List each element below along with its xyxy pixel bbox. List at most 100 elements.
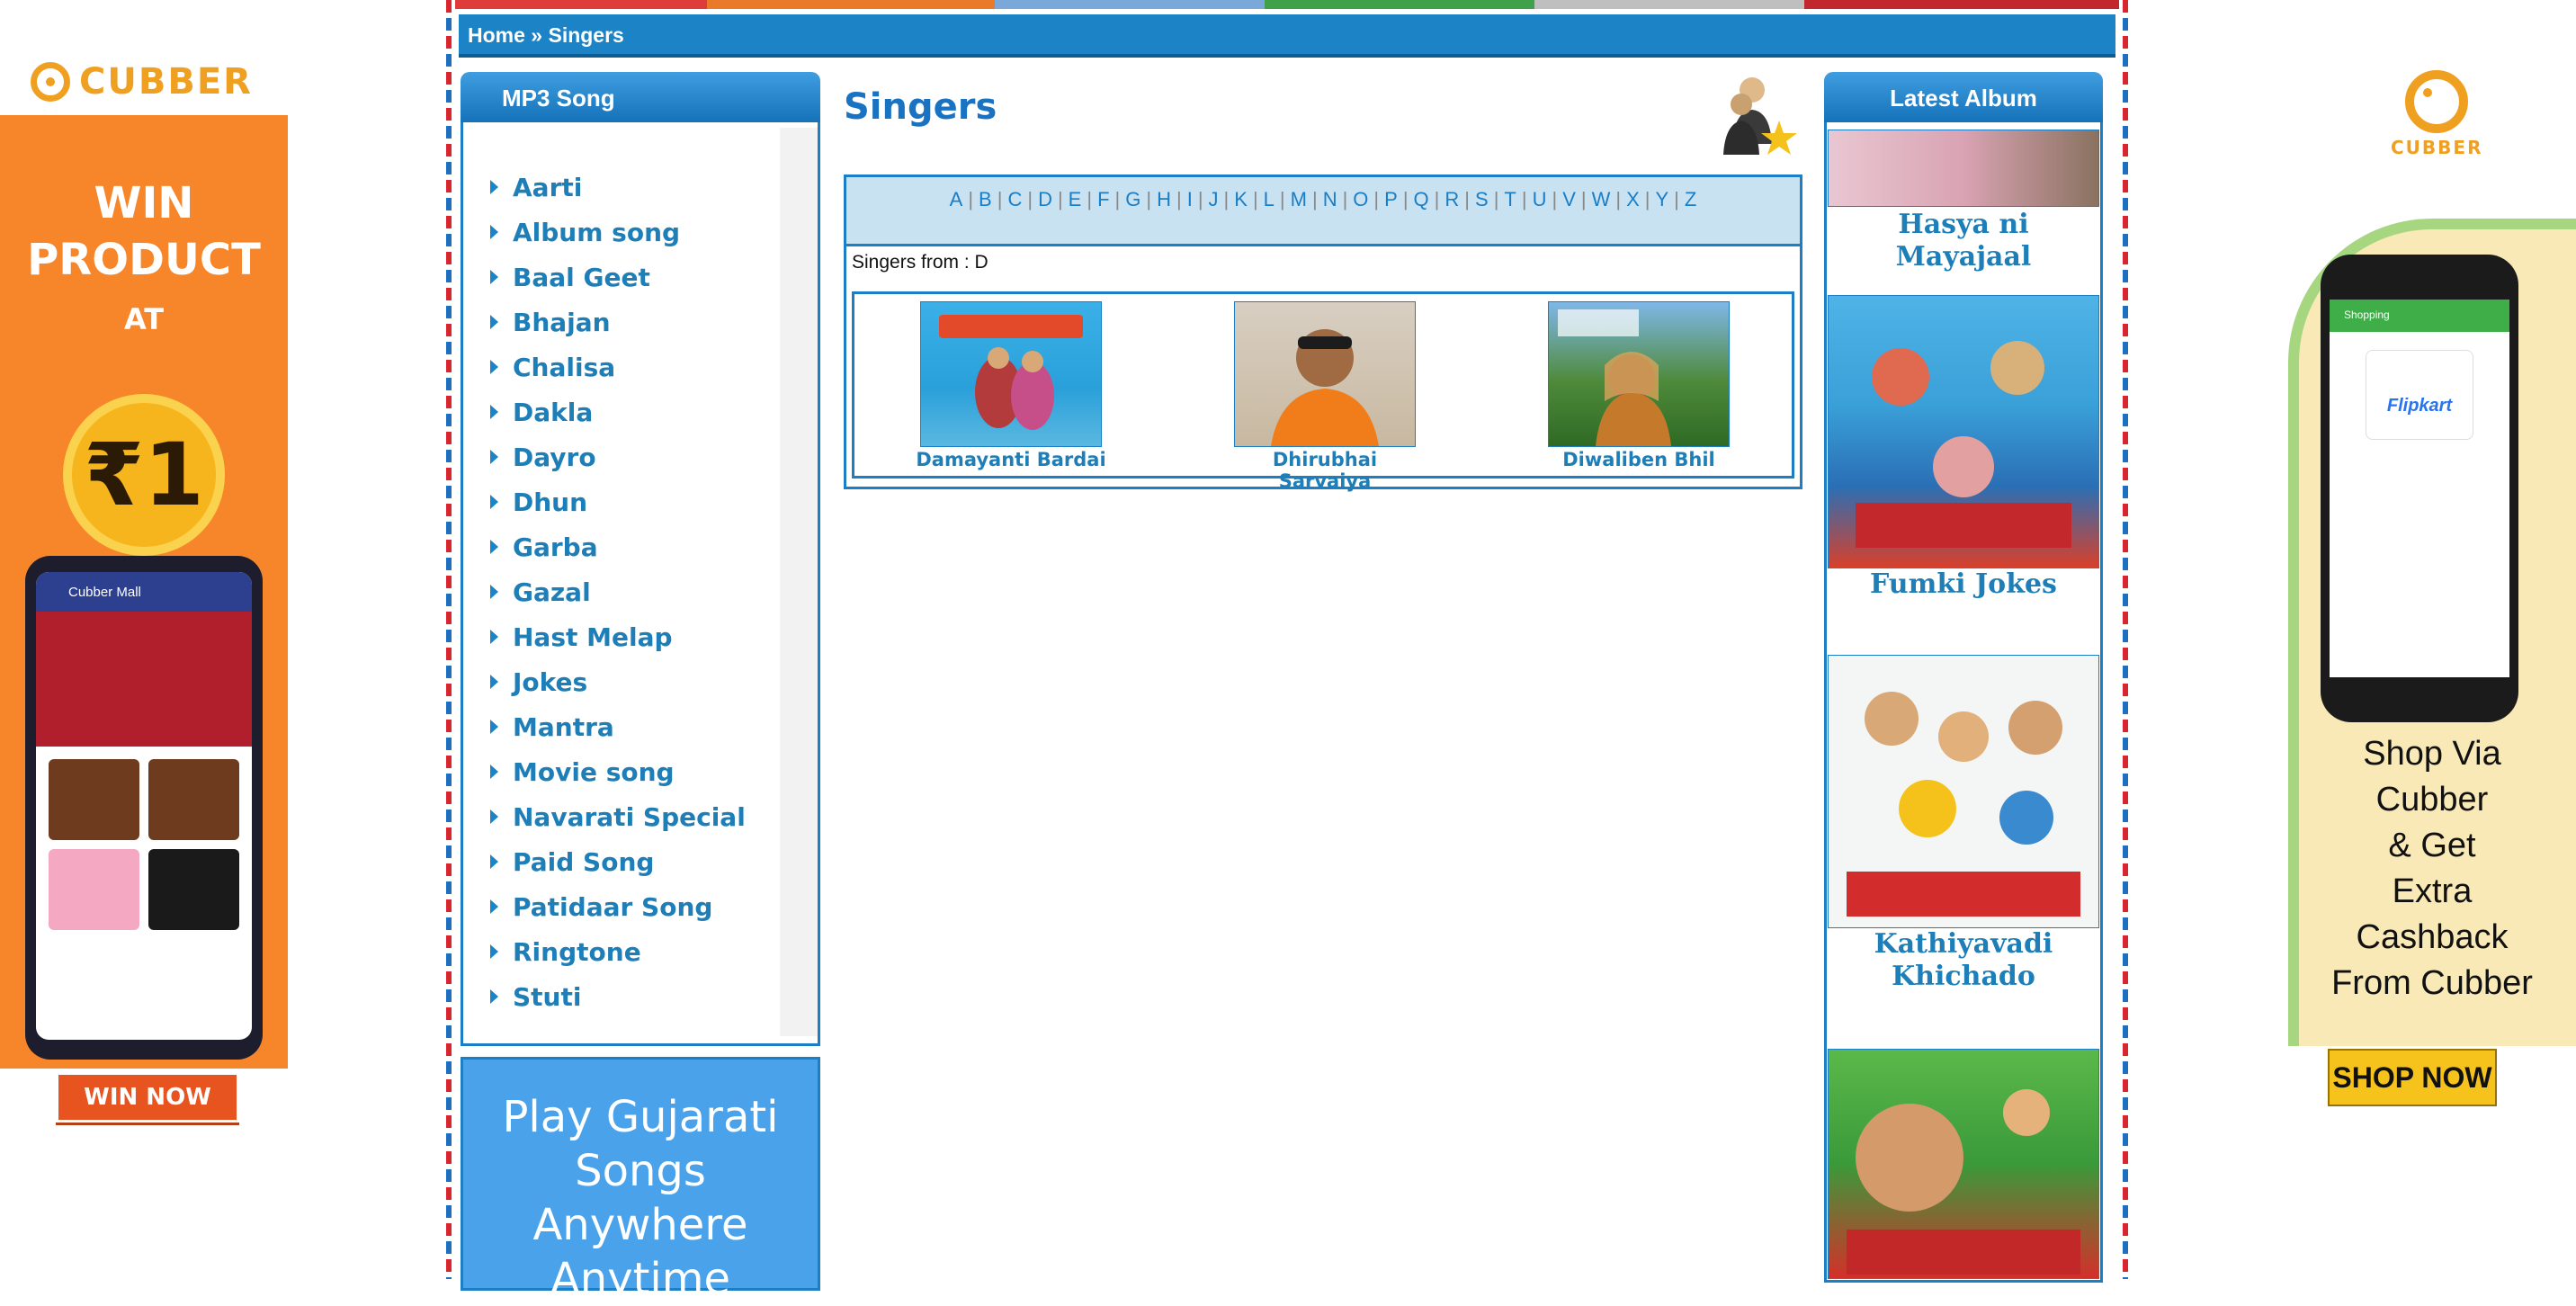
border-stripe-left [446, 0, 452, 1279]
singer-card[interactable]: Dhirubhai Sarvaiya [1226, 301, 1424, 492]
menu-link[interactable]: Jokes [513, 667, 587, 697]
singer-thumbnail[interactable] [920, 301, 1102, 447]
arrow-right-icon [490, 899, 498, 914]
product-thumb [148, 849, 239, 930]
menu-link[interactable]: Baal Geet [513, 263, 650, 292]
letter-link[interactable]: L [1264, 188, 1275, 210]
letter-link[interactable]: C [1007, 188, 1022, 210]
letter-link[interactable]: P [1384, 188, 1398, 210]
letter-link[interactable]: G [1125, 188, 1140, 210]
breadcrumb[interactable]: Home » Singers [468, 23, 624, 48]
ad-left-product: PRODUCT [27, 235, 261, 285]
separator: | [1197, 188, 1203, 210]
letter-link[interactable]: Z [1685, 188, 1696, 210]
menu-item[interactable]: Stuti [490, 979, 581, 1015]
letter-link[interactable]: E [1069, 188, 1082, 210]
menu-item[interactable]: Movie song [490, 754, 675, 790]
menu-link[interactable]: Mantra [513, 712, 614, 742]
cubber-ad-left[interactable]: CUBBER WIN PRODUCT AT ₹1 Cubber Mall WIN… [0, 52, 288, 1132]
shop-now-button[interactable]: SHOP NOW [2328, 1049, 2497, 1106]
menu-link[interactable]: Garba [513, 532, 598, 562]
letter-link[interactable]: U [1533, 188, 1547, 210]
menu-link[interactable]: Hast Melap [513, 622, 673, 652]
singer-card[interactable]: Diwaliben Bhil [1540, 301, 1738, 470]
cubber-ad-right[interactable]: CUBBER Shopping Flipkart Shop Via Cubber… [2288, 52, 2576, 1132]
menu-link[interactable]: Ringtone [513, 937, 641, 967]
menu-item[interactable]: Ringtone [490, 934, 641, 970]
singer-thumbnail[interactable] [1234, 301, 1416, 447]
menu-link[interactable]: Movie song [513, 757, 675, 787]
letter-link[interactable]: V [1562, 188, 1576, 210]
menu-item[interactable]: Aarti [490, 169, 582, 205]
letter-link[interactable]: F [1097, 188, 1109, 210]
letter-link[interactable]: X [1626, 188, 1640, 210]
menu-item[interactable]: Garba [490, 529, 598, 565]
menu-link[interactable]: Stuti [513, 982, 581, 1012]
album-cover-fumki[interactable] [1828, 295, 2099, 568]
menu-link[interactable]: Dhun [513, 488, 587, 517]
letter-link[interactable]: Y [1655, 188, 1668, 210]
menu-item[interactable]: Album song [490, 214, 680, 250]
letter-link[interactable]: B [979, 188, 992, 210]
album-title[interactable]: Kathiyavadi Khichado [1828, 928, 2099, 993]
album-cover-hasya[interactable] [1828, 130, 2099, 207]
letter-link[interactable]: W [1592, 188, 1611, 210]
letter-link[interactable]: M [1291, 188, 1307, 210]
menu-item[interactable]: Hast Melap [490, 619, 673, 655]
menu-item[interactable]: Jokes [490, 664, 587, 700]
menu-link[interactable]: Chalisa [513, 353, 615, 382]
menu-item[interactable]: Bhajan [490, 304, 611, 340]
singer-thumbnail[interactable] [1548, 301, 1730, 447]
menu-item[interactable]: Navarati Special [490, 799, 746, 835]
singer-name[interactable]: Damayanti Bardai [912, 449, 1110, 470]
letter-link[interactable]: D [1038, 188, 1052, 210]
menu-link[interactable]: Dayro [513, 443, 596, 472]
singer-name[interactable]: Diwaliben Bhil [1540, 449, 1738, 470]
menu-item[interactable]: Dakla [490, 394, 593, 430]
letter-link[interactable]: S [1475, 188, 1489, 210]
singer-name[interactable]: Dhirubhai Sarvaiya [1226, 449, 1424, 492]
separator: | [1373, 188, 1380, 210]
letter-link[interactable]: H [1157, 188, 1171, 210]
menu-item[interactable]: Baal Geet [490, 259, 650, 295]
menu-link[interactable]: Gazal [513, 577, 591, 607]
letter-link[interactable]: Q [1414, 188, 1429, 210]
letter-link[interactable]: N [1323, 188, 1337, 210]
letter-link[interactable]: J [1209, 188, 1219, 210]
menu-item[interactable]: Chalisa [490, 349, 615, 385]
menu-link[interactable]: Bhajan [513, 308, 611, 337]
menu-item[interactable]: Gazal [490, 574, 591, 610]
letter-link[interactable]: A [950, 188, 963, 210]
menu-link[interactable]: Patidaar Song [513, 892, 712, 922]
letter-link[interactable]: I [1187, 188, 1193, 210]
letter-link[interactable]: O [1353, 188, 1368, 210]
singer-card[interactable]: Damayanti Bardai [912, 301, 1110, 470]
menu-item[interactable]: Paid Song [490, 844, 654, 880]
top-banner[interactable] [455, 0, 2119, 9]
cubber-coin-icon [2405, 70, 2469, 133]
letter-link[interactable]: K [1234, 188, 1248, 210]
menu-link[interactable]: Navarati Special [513, 802, 746, 832]
menu-link[interactable]: Aarti [513, 173, 582, 202]
separator: | [1057, 188, 1063, 210]
album-title[interactable]: Hasya ni Mayajaal [1828, 209, 2099, 273]
singers-grid: Damayanti Bardai Dhirubhai Sarvaiya Diwa… [852, 291, 1794, 492]
album-title[interactable]: Fumki Jokes [1828, 568, 2099, 601]
menu-item[interactable]: Dhun [490, 484, 587, 520]
arrow-right-icon [490, 989, 498, 1004]
menu-item[interactable]: Dayro [490, 439, 596, 475]
letter-link[interactable]: R [1445, 188, 1459, 210]
letter-link[interactable]: T [1504, 188, 1516, 210]
arrow-right-icon [490, 495, 498, 509]
menu-link[interactable]: Album song [513, 218, 680, 247]
menu-item[interactable]: Mantra [490, 709, 614, 745]
play-gujarati-banner[interactable]: Play Gujarati Songs Anywhere Anytime [461, 1057, 820, 1304]
menu-link[interactable]: Paid Song [513, 847, 654, 877]
win-now-button[interactable]: WIN NOW [56, 1072, 239, 1123]
menu-link[interactable]: Dakla [513, 398, 593, 427]
menu-item[interactable]: Patidaar Song [490, 889, 712, 925]
album-cover-next[interactable] [1828, 1049, 2099, 1279]
latest-album-title: Latest Album [1824, 72, 2103, 122]
site-container: Home » Singers MP3 Song Aarti Album song B… [446, 0, 2128, 1304]
album-cover-kathiyavadi[interactable] [1828, 655, 2099, 928]
